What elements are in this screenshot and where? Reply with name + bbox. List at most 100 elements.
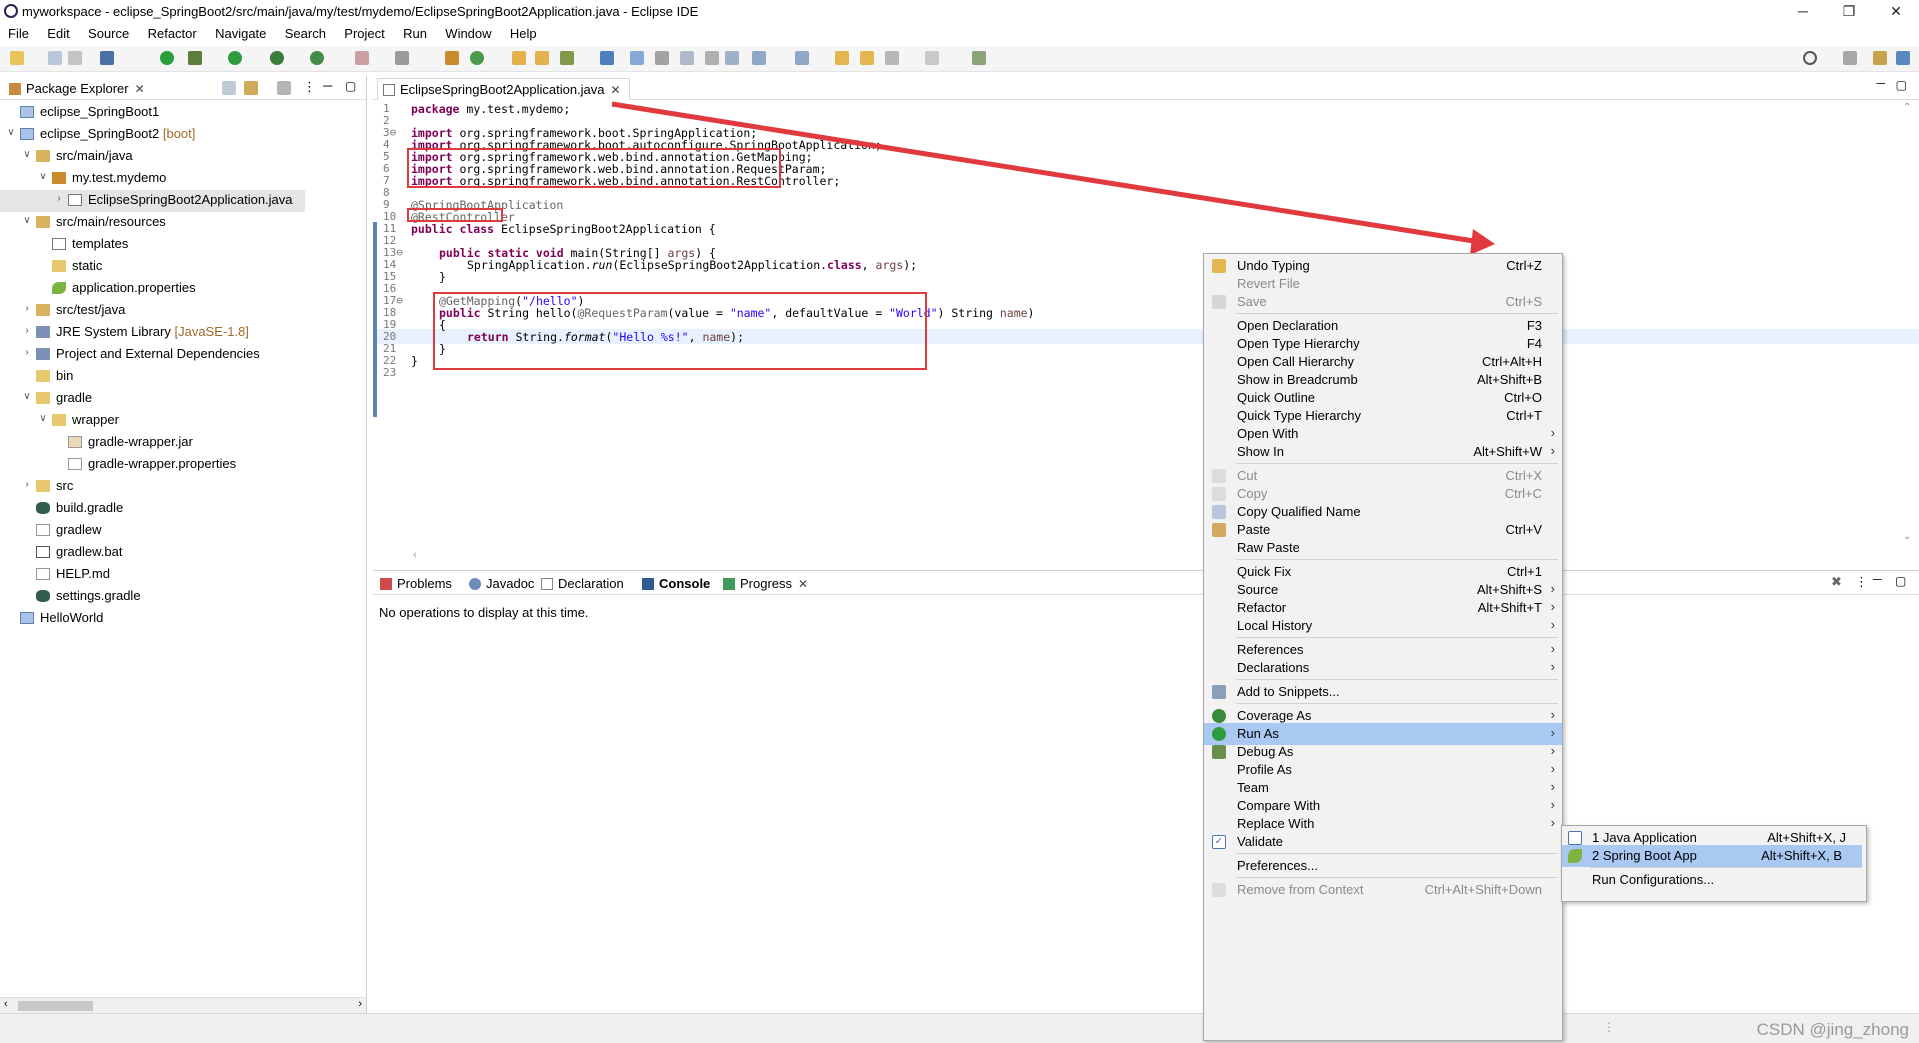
tab-progress[interactable]: Progress ✕ bbox=[720, 574, 815, 594]
chevron-right-icon: › bbox=[1550, 779, 1555, 794]
remove-all-finished-icon[interactable]: ✖ bbox=[1831, 574, 1842, 590]
chevron-right-icon: › bbox=[1550, 725, 1555, 740]
menu-item-local-history[interactable]: Local History › bbox=[1204, 615, 1562, 637]
text-label: Console bbox=[659, 576, 711, 591]
console-icon bbox=[642, 578, 654, 590]
paste-icon bbox=[1212, 523, 1226, 537]
run-icon bbox=[1212, 727, 1226, 741]
text-label: Ctrl+X bbox=[1505, 468, 1542, 483]
text-label: Quick Outline bbox=[1237, 390, 1316, 405]
text-label: Remove from Context bbox=[1237, 882, 1364, 897]
text-label: Ctrl+1 bbox=[1506, 564, 1542, 579]
view-menu-icon[interactable]: ⋮ bbox=[1855, 574, 1868, 590]
text-label: Raw Paste bbox=[1237, 540, 1300, 555]
text-label: Ctrl+T bbox=[1506, 408, 1542, 423]
save-icon bbox=[1212, 295, 1226, 309]
status-separator: ⋮ bbox=[1603, 1020, 1615, 1034]
text-label: Problems bbox=[397, 576, 452, 591]
text-label: Copy Qualified Name bbox=[1237, 504, 1361, 519]
menu-item-add-to-snippets[interactable]: Add to Snippets... bbox=[1204, 681, 1562, 703]
chevron-right-icon: › bbox=[1550, 707, 1555, 722]
text-label: Quick Type Hierarchy bbox=[1237, 408, 1362, 423]
menu-separator bbox=[1236, 313, 1558, 314]
text-label: F3 bbox=[1526, 318, 1542, 333]
text-label: Source bbox=[1237, 582, 1279, 597]
maximize-view-icon[interactable]: ▢ bbox=[1895, 574, 1906, 588]
text-label: Open Call Hierarchy bbox=[1237, 354, 1355, 369]
text-label: Debug As bbox=[1237, 744, 1294, 759]
spring-boot-icon bbox=[1568, 849, 1582, 863]
text-label: Revert File bbox=[1237, 276, 1300, 291]
chevron-right-icon: › bbox=[1550, 761, 1555, 776]
undo-icon bbox=[1212, 259, 1226, 273]
chevron-right-icon: › bbox=[1550, 797, 1555, 812]
text-label: Ctrl+Z bbox=[1506, 258, 1542, 273]
text-label: Show In bbox=[1237, 444, 1284, 459]
menu-separator bbox=[1236, 463, 1558, 464]
progress-icon bbox=[723, 578, 735, 590]
eclipse-window: myworkspace - eclipse_SpringBoot2/src/ma… bbox=[0, 0, 1919, 1043]
tab-console[interactable]: Console bbox=[639, 574, 716, 594]
menu-item-spring-boot-app[interactable]: 2 Spring Boot App Alt+Shift+X, B bbox=[1562, 845, 1862, 867]
chevron-right-icon: › bbox=[1550, 815, 1555, 830]
text-label: Alt+Shift+W bbox=[1473, 444, 1542, 459]
text-label: Save bbox=[1237, 294, 1267, 309]
text-label: Undo Typing bbox=[1237, 258, 1310, 273]
copy-icon bbox=[1212, 487, 1226, 501]
menu-separator bbox=[1236, 679, 1558, 680]
text-label: Javadoc bbox=[486, 576, 535, 591]
chevron-right-icon: › bbox=[1550, 425, 1555, 440]
bottom-tab-bar: Problems Javadoc Declaration Console Pro… bbox=[373, 571, 1919, 595]
text-label: Ctrl+Alt+H bbox=[1482, 354, 1542, 369]
text-label: Validate bbox=[1237, 834, 1284, 849]
menu-item-preferences[interactable]: Preferences... bbox=[1204, 855, 1562, 877]
menu-item-raw-paste[interactable]: Raw Paste bbox=[1204, 537, 1562, 559]
tab-problems[interactable]: Problems bbox=[377, 574, 458, 594]
chevron-right-icon: › bbox=[1550, 743, 1555, 758]
text-label: Ctrl+V bbox=[1505, 522, 1542, 537]
cut-icon bbox=[1212, 469, 1226, 483]
text-label: Team bbox=[1237, 780, 1269, 795]
text-label: Copy bbox=[1237, 486, 1268, 501]
chevron-right-icon: › bbox=[1550, 581, 1555, 596]
text-label: Quick Fix bbox=[1237, 564, 1292, 579]
menu-item-validate[interactable]: ✓ Validate bbox=[1204, 831, 1562, 853]
bottom-panel: Problems Javadoc Declaration Console Pro… bbox=[373, 570, 1919, 1013]
text-label: Ctrl+S bbox=[1505, 294, 1542, 309]
copy-qualified-name-icon bbox=[1212, 505, 1226, 519]
debug-icon bbox=[1212, 745, 1226, 759]
text-label: Run Configurations... bbox=[1592, 872, 1715, 887]
text-label: F4 bbox=[1526, 336, 1542, 351]
menu-item-show-in[interactable]: Show In Alt+Shift+W › bbox=[1204, 441, 1562, 463]
menu-item-run-configurations[interactable]: Run Configurations... bbox=[1562, 869, 1866, 891]
minimize-view-icon[interactable]: ─ bbox=[1873, 572, 1882, 586]
text-label: Open With bbox=[1237, 426, 1299, 441]
text-label: Alt+Shift+X, B bbox=[1761, 848, 1842, 863]
declaration-icon bbox=[541, 578, 553, 590]
watermark: CSDN @jing_zhong bbox=[1756, 1020, 1909, 1039]
chevron-right-icon: › bbox=[1550, 617, 1555, 632]
status-bar: ⋮ CSDN @jing_zhong bbox=[0, 1013, 1919, 1043]
tab-javadoc[interactable]: Javadoc bbox=[466, 574, 540, 594]
checkbox-checked-icon: ✓ bbox=[1212, 835, 1226, 849]
menu-item-save[interactable]: Save Ctrl+S bbox=[1204, 291, 1562, 313]
menu-item-remove-from-context[interactable]: Remove from Context Ctrl+Alt+Shift+Down bbox=[1204, 879, 1562, 901]
text-label: Preferences... bbox=[1237, 858, 1318, 873]
chevron-right-icon: › bbox=[1550, 641, 1555, 656]
close-icon[interactable]: ✕ bbox=[798, 577, 808, 591]
menu-item-declarations[interactable]: Declarations › bbox=[1204, 657, 1562, 679]
context-menu: Undo Typing Ctrl+Z Revert File Save Ctrl+S… bbox=[1203, 253, 1563, 1041]
text-label: Alt+Shift+X, J bbox=[1767, 830, 1846, 845]
text-label: Local History bbox=[1237, 618, 1313, 633]
text-label: Ctrl+C bbox=[1504, 486, 1542, 501]
text-label: Ctrl+O bbox=[1504, 390, 1542, 405]
text-label: Refactor bbox=[1237, 600, 1287, 615]
text-label: Add to Snippets... bbox=[1237, 684, 1340, 699]
text-label: Alt+Shift+T bbox=[1477, 600, 1542, 615]
progress-empty-message: No operations to display at this time. bbox=[379, 605, 589, 620]
text-label: Coverage As bbox=[1237, 708, 1312, 723]
text-label: Show in Breadcrumb bbox=[1237, 372, 1358, 387]
text-label: References bbox=[1237, 642, 1304, 657]
tab-declaration[interactable]: Declaration bbox=[538, 574, 630, 594]
chevron-right-icon: › bbox=[1550, 659, 1555, 674]
